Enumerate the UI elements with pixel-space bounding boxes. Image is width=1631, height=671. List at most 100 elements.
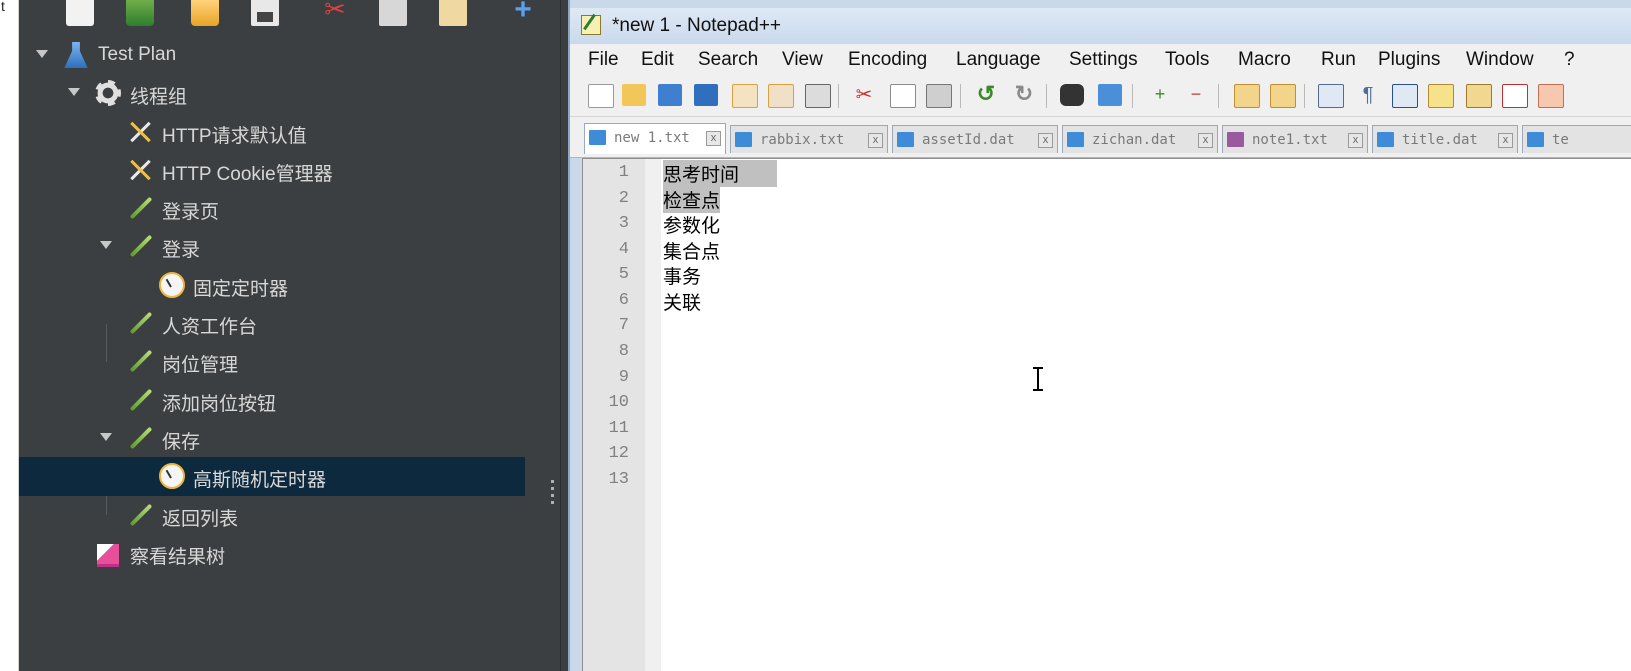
close-file-icon[interactable] [732, 84, 758, 108]
menu-search[interactable]: Search [698, 49, 758, 71]
close-tab-icon[interactable]: x [706, 131, 721, 146]
zoom-out-icon[interactable]: − [1184, 84, 1208, 106]
tree-node-http-defaults[interactable]: HTTP请求默认值 [19, 113, 525, 151]
paste-icon[interactable] [926, 84, 952, 108]
menu-help[interactable]: ? [1564, 49, 1575, 71]
tab-label: note1.txt [1252, 132, 1328, 148]
find-icon[interactable] [1060, 84, 1084, 106]
expand-arrow-icon[interactable] [68, 88, 80, 97]
file-tab-icon [1527, 132, 1544, 147]
tab-rabbix[interactable]: rabbix.txt x [730, 125, 888, 153]
tree-node-label: 添加岗位按钮 [162, 393, 277, 415]
menu-window[interactable]: Window [1466, 49, 1534, 71]
tree-node-label: 登录 [162, 240, 201, 262]
line-number: 8 [618, 342, 629, 361]
tree-node-cookie-manager[interactable]: HTTP Cookie管理器 [19, 151, 525, 189]
tab-zichan[interactable]: zichan.dat x [1062, 125, 1218, 153]
splitter-grip-icon[interactable] [551, 480, 554, 504]
new-file-icon[interactable] [588, 84, 614, 108]
menu-file[interactable]: File [588, 49, 619, 71]
doc-map-icon[interactable] [1428, 84, 1454, 108]
menu-run[interactable]: Run [1321, 49, 1356, 71]
close-tab-icon[interactable]: x [1198, 133, 1213, 148]
copy-icon[interactable] [379, 0, 407, 26]
indent-guide-icon[interactable] [1392, 84, 1418, 108]
menu-encoding[interactable]: Encoding [848, 49, 927, 71]
tree-node-save[interactable]: 保存 [19, 419, 525, 457]
redo-icon[interactable]: ↻ [1012, 83, 1036, 106]
word-wrap-icon[interactable] [1318, 84, 1344, 108]
jmeter-panel: ✂ + − Test Plan 线程组 HTTP请求默认值 HTTP Cooki… [19, 0, 590, 671]
menu-plugins[interactable]: Plugins [1378, 49, 1440, 71]
tree-node-label: 人资工作台 [162, 317, 258, 339]
menu-edit[interactable]: Edit [641, 49, 674, 71]
zoom-in-icon[interactable]: + [1148, 84, 1172, 106]
menu-language[interactable]: Language [956, 49, 1041, 71]
menu-tools[interactable]: Tools [1165, 49, 1209, 71]
tree-node-results-tree[interactable]: 察看结果树 [19, 534, 525, 572]
tab-new-1[interactable]: new 1.txt x [584, 123, 726, 154]
text-editor[interactable]: 1 2 3 4 5 6 7 8 9 10 11 12 13 思考时间 检查点 参… [582, 158, 1631, 671]
replace-icon[interactable] [1098, 84, 1122, 106]
tree-node-test-plan[interactable]: Test Plan [19, 36, 525, 74]
tree-node-add-position-button[interactable]: 添加岗位按钮 [19, 381, 525, 419]
close-tab-icon[interactable]: x [868, 133, 883, 148]
cut-icon[interactable]: ✂ [321, 0, 349, 26]
tab-assetid[interactable]: assetId.dat x [892, 125, 1058, 153]
file-tab-icon [589, 130, 606, 145]
sync-horizontal-icon[interactable] [1270, 84, 1296, 108]
copy-icon[interactable] [890, 84, 916, 108]
new-icon[interactable] [66, 0, 94, 26]
menu-view[interactable]: View [782, 49, 823, 71]
paste-icon[interactable] [439, 0, 467, 26]
line-number: 3 [618, 214, 629, 233]
tab-te[interactable]: te [1522, 125, 1631, 153]
expand-icon[interactable]: + [509, 0, 537, 26]
tree-node-return-list[interactable]: 返回列表 [19, 496, 525, 534]
macro-record-icon[interactable] [1502, 84, 1528, 108]
close-tab-icon[interactable]: x [1038, 133, 1053, 148]
notepad-app-icon [581, 15, 601, 35]
tab-title[interactable]: title.dat x [1372, 125, 1518, 153]
open-file-icon[interactable] [622, 84, 646, 106]
tree-node-hr-workbench[interactable]: 人资工作台 [19, 304, 525, 342]
templates-icon[interactable] [126, 0, 154, 26]
save-file-icon[interactable] [658, 84, 682, 106]
close-all-icon[interactable] [768, 84, 794, 108]
tree-node-position-management[interactable]: 岗位管理 [19, 342, 525, 380]
save-icon[interactable] [251, 0, 279, 26]
sync-vertical-icon[interactable] [1234, 84, 1260, 108]
close-tab-icon[interactable]: x [1348, 133, 1363, 148]
expand-arrow-icon[interactable] [36, 50, 48, 58]
fold-margin[interactable] [645, 159, 661, 671]
panel-splitter[interactable] [545, 0, 559, 671]
tree-node-constant-timer[interactable]: 固定定时器 [19, 266, 525, 304]
tree-node-login[interactable]: 登录 [19, 227, 525, 265]
show-all-chars-icon[interactable]: ¶ [1356, 84, 1380, 106]
menu-macro[interactable]: Macro [1238, 49, 1291, 71]
open-icon[interactable] [191, 0, 219, 26]
tab-bar: new 1.txt x rabbix.txt x assetId.dat x z… [570, 117, 1631, 158]
cut-icon[interactable]: ✂ [852, 84, 876, 106]
menu-settings[interactable]: Settings [1069, 49, 1138, 71]
sampler-pipette-icon [127, 425, 153, 451]
line-number: 7 [618, 316, 629, 335]
tree-node-gaussian-timer[interactable]: 高斯随机定时器 [19, 457, 525, 496]
tree-node-label: HTTP Cookie管理器 [162, 163, 333, 185]
print-icon[interactable] [805, 84, 831, 108]
tree-node-login-page[interactable]: 登录页 [19, 189, 525, 227]
function-list-icon[interactable] [1466, 84, 1492, 108]
save-all-icon[interactable] [694, 84, 718, 106]
text-cursor-ibeam-icon [1033, 367, 1043, 391]
close-tab-icon[interactable]: x [1498, 133, 1513, 148]
macro-stop-icon[interactable] [1538, 84, 1564, 108]
expand-arrow-icon[interactable] [100, 432, 112, 441]
tab-note1[interactable]: note1.txt x [1222, 125, 1368, 153]
expand-arrow-icon[interactable] [100, 241, 112, 250]
code-line: 检查点 [663, 186, 721, 213]
undo-icon[interactable]: ↺ [974, 83, 998, 106]
sampler-pipette-icon [127, 195, 153, 221]
toolbar-separator [838, 84, 839, 108]
title-bar[interactable]: *new 1 - Notepad++ [570, 8, 1631, 44]
tree-node-thread-group[interactable]: 线程组 [19, 74, 525, 112]
